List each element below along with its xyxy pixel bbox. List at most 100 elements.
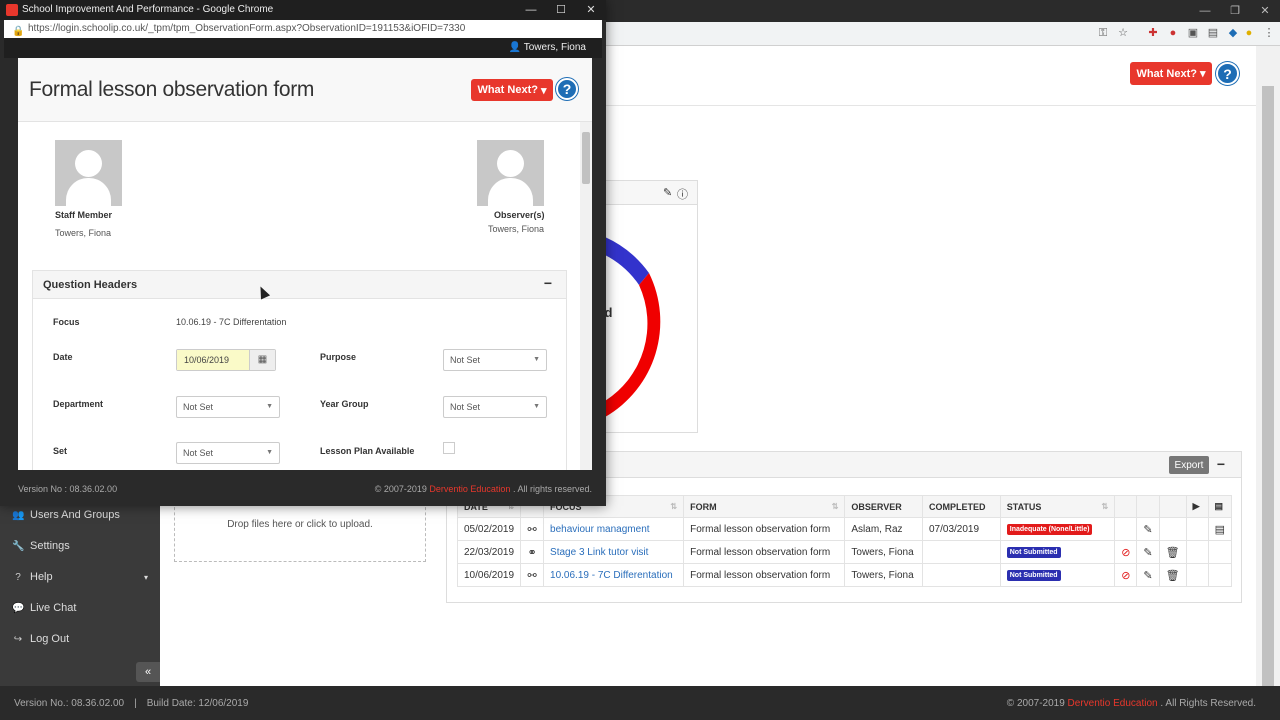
sidebar-collapse-button[interactable]: « [136,662,160,682]
extension-icon[interactable]: ◆ [1226,26,1240,40]
export-button[interactable]: Export [1169,456,1209,474]
trash-icon[interactable]: 🗑 [1158,540,1187,564]
page-scrollbar[interactable] [1256,46,1280,686]
maximize-icon[interactable]: ☐ [546,0,576,20]
row-focus-link[interactable]: Stage 3 Link tutor visit [543,540,685,564]
form-scrollbar[interactable] [580,122,592,470]
calendar-icon[interactable]: ▦ [249,350,275,370]
logout-icon: ↪ [13,633,23,645]
department-select[interactable]: Not Set ▼ [176,396,280,418]
sidebar-item-label: Log Out [30,633,70,645]
column-header-observer[interactable]: OBSERVER [844,495,923,518]
chevron-down-icon: ▼ [266,449,273,456]
page-footer: Version No.: 08.36.02.00 | Build Date: 1… [0,686,1280,720]
question-icon: ? [15,571,21,583]
wrench-icon: 🔧 [12,540,25,552]
current-user[interactable]: Towers, Fiona [524,42,586,53]
purpose-label: Purpose [320,352,357,362]
sidebar-item-help[interactable]: ? Help ▾ [0,562,160,592]
status-badge: Inadequate (None/Little) [1006,524,1093,535]
footer-brand-link[interactable]: Derventio Education [1068,698,1158,709]
profile-icon[interactable]: ● [1242,26,1256,40]
row-folder-cell [1207,540,1233,564]
edit-icon[interactable]: ✎ [1136,540,1160,564]
row-status: Inadequate (None/Little) [999,517,1116,541]
help-icon[interactable]: ? [556,78,578,100]
sidebar-item-settings[interactable]: 🔧 Settings [0,531,160,561]
footer-copyright: © 2007-2019 Derventio Education . All Ri… [1006,697,1256,709]
users-icon: 👥 [12,509,25,521]
extension-icon[interactable]: ▤ [1206,26,1220,40]
extension-icon[interactable]: ● [1166,26,1180,40]
section-header[interactable]: Question Headers − [33,271,566,299]
sidebar-item-label: Users And Groups [30,509,120,521]
row-focus-link[interactable]: behaviour managment [543,517,685,541]
column-header-status[interactable]: STATUS ⇅ [999,495,1116,518]
clock-icon[interactable]: ⊘ [1114,540,1138,564]
edit-icon[interactable]: ✎ [1136,517,1160,541]
menu-icon[interactable]: ⋮ [1262,26,1276,40]
column-header-form[interactable]: FORM ⇅ [683,495,846,518]
folder-icon[interactable]: ▤ [1207,495,1233,518]
date-field[interactable]: 10/06/2019 ▦ [176,349,276,371]
close-icon[interactable]: ✕ [1250,0,1280,22]
lesson-plan-checkbox[interactable] [443,442,455,454]
row-form: Formal lesson observation form [683,540,846,564]
extension-icon[interactable]: ✚ [1146,26,1160,40]
help-icon[interactable]: ? [1216,62,1239,85]
collapse-icon[interactable]: − [544,275,552,291]
department-label: Department [53,399,104,409]
extension-icon[interactable]: ▣ [1186,26,1200,40]
set-select[interactable]: Not Set ▼ [176,442,280,464]
column-header-alert [1114,495,1138,518]
restore-icon[interactable]: ❐ [1220,0,1250,22]
eraser-icon[interactable]: ✎ [663,186,672,199]
row-date: 10/06/2019 [456,563,522,587]
background-address-bar[interactable]: ⚿ ☆ ✚ ● ▣ ▤ ◆ ● ⋮ [606,22,1280,46]
sidebar-item-live-chat[interactable]: 💬 Live Chat [0,593,160,623]
chevron-down-icon: ▼ [533,356,540,363]
lesson-plan-label: Lesson Plan Available [320,446,415,456]
collapse-icon[interactable]: − [1213,456,1229,474]
unlink-icon[interactable]: ⚯ [520,517,545,541]
popup-url-bar[interactable]: 🔒 https://login.schoolip.co.uk/_tpm/tpm_… [4,20,602,38]
folder-open-icon[interactable]: ▤ [1207,517,1233,541]
unlink-icon[interactable]: ⚯ [520,563,545,587]
sidebar-item-label: Settings [30,540,70,552]
chevron-down-icon: ▾ [143,572,148,582]
year-group-select[interactable]: Not Set ▼ [443,396,547,418]
what-next-button[interactable]: What Next? ▾ [471,79,553,101]
date-input[interactable]: 10/06/2019 [177,350,251,370]
column-header-completed[interactable]: COMPLETED [921,495,1001,518]
table-row[interactable]: 05/02/2019 ⚯ behaviour managment Formal … [456,517,1233,541]
table-row[interactable]: 10/06/2019 ⚯ 10.06.19 - 7C Differentatio… [456,563,1233,587]
edit-icon[interactable]: ✎ [1136,563,1160,587]
sidebar-item-log-out[interactable]: ↪ Log Out [0,624,160,654]
row-completed [921,540,1001,564]
close-icon[interactable]: ✕ [576,0,606,20]
clock-icon[interactable]: ⊘ [1114,563,1138,587]
row-alert-cell [1114,517,1138,541]
video-icon[interactable]: ▶ [1185,495,1209,518]
what-next-button[interactable]: What Next? ▾ [1130,62,1212,85]
footer-separator: | [134,697,137,709]
star-icon[interactable]: ☆ [1116,26,1130,40]
row-status: Not Submitted [999,540,1116,564]
chart-panel: ✎ ⓘ ted o) [592,180,698,433]
file-upload-dropzone[interactable]: Drop files here or click to upload. [174,502,426,562]
popup-footer-brand-link[interactable]: Derventio Education [429,484,510,494]
row-focus-link[interactable]: 10.06.19 - 7C Differentation [543,563,685,587]
info-icon[interactable]: ⓘ [677,186,688,202]
trash-icon[interactable]: 🗑 [1158,563,1187,587]
table-row[interactable]: 22/03/2019 ⚭ Stage 3 Link tutor visit Fo… [456,540,1233,564]
minimize-icon[interactable]: — [516,0,546,20]
minimize-icon[interactable]: — [1190,0,1220,22]
row-form: Formal lesson observation form [683,517,846,541]
row-video-cell [1185,563,1209,587]
column-header-edit [1136,495,1160,518]
key-icon[interactable]: ⚿ [1096,26,1110,40]
purpose-select[interactable]: Not Set ▼ [443,349,547,371]
date-label: Date [53,352,73,362]
popup-footer-copyright: © 2007-2019 Derventio Education . All ri… [374,484,592,494]
link-icon[interactable]: ⚭ [520,540,545,564]
